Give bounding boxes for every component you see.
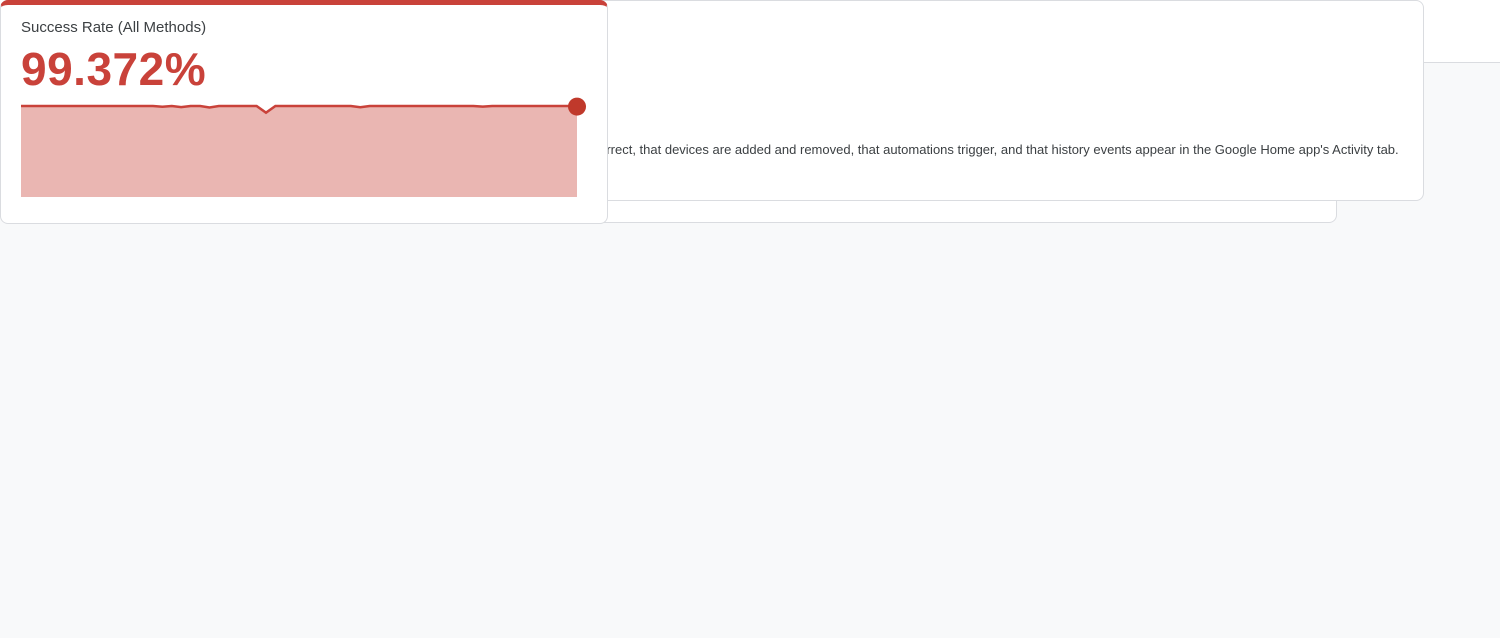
metric-value: 99.372% <box>21 42 587 96</box>
metric-label: Success Rate (All Methods) <box>21 19 587 36</box>
all-methods-sparkline[interactable] <box>21 96 587 197</box>
dashboard-page: Top-Level Metrics Top-level metrics for … <box>0 0 1500 638</box>
card-success-rate-all-methods: Success Rate (All Methods) 99.372% <box>0 0 608 224</box>
